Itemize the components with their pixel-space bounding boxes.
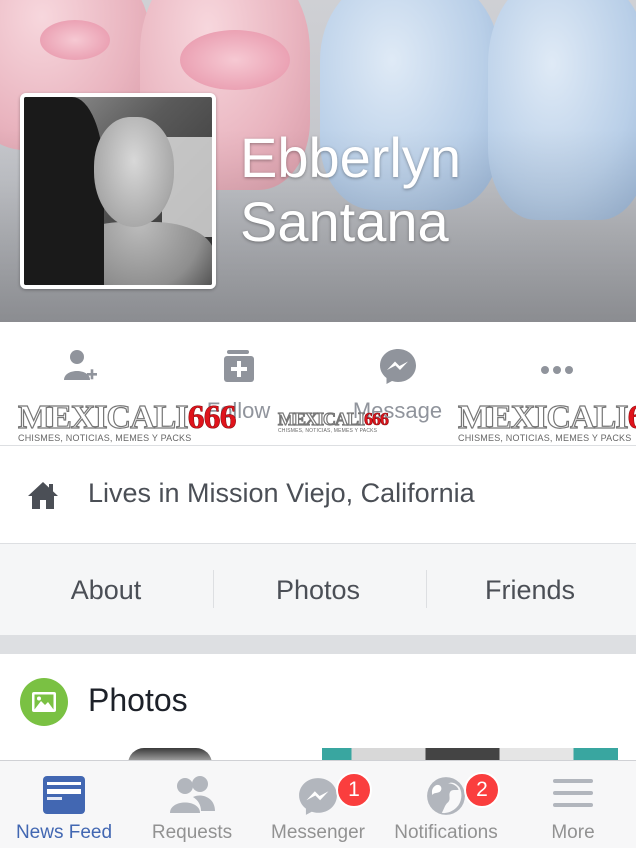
follow-label: Follow [206, 398, 271, 423]
tab-label: Notifications [394, 822, 498, 843]
more-icon [540, 366, 573, 374]
add-friend-icon [63, 350, 97, 380]
messenger-icon [379, 349, 416, 384]
tab-label: Messenger [271, 822, 365, 843]
add-friend-button[interactable] [0, 346, 159, 446]
tab-label: More [551, 822, 595, 843]
profile-actions: Follow Message [0, 322, 636, 446]
tab-label: Requests [151, 822, 233, 843]
profile-tabs: About Photos Friends [0, 544, 636, 636]
hamburger-menu-icon [553, 779, 593, 807]
globe-icon [427, 777, 465, 815]
profile-picture[interactable] [20, 93, 216, 289]
photos-section: Photos [0, 654, 636, 764]
messenger-badge: 1 [336, 772, 372, 808]
tab-requests[interactable]: Requests [128, 761, 256, 848]
more-options-button[interactable] [477, 346, 636, 446]
profile-picture-detail [94, 117, 174, 227]
tab-photos[interactable]: Photos [212, 544, 424, 636]
photos-section-title[interactable]: Photos [88, 682, 188, 719]
tab-label: News Feed [15, 822, 113, 843]
photos-icon [20, 678, 68, 726]
tab-messenger[interactable]: 1 Messenger [254, 761, 382, 848]
message-button[interactable]: Message [318, 346, 477, 446]
intro-lives-in[interactable]: Lives in Mission Viejo, California [0, 446, 636, 544]
message-label: Message [352, 398, 443, 423]
bottom-tab-bar: News Feed Requests 1 Messenger 2 Notific… [0, 760, 636, 848]
messenger-icon [299, 778, 337, 815]
follow-button[interactable]: Follow [159, 346, 318, 446]
notifications-badge: 2 [464, 772, 500, 808]
tab-more[interactable]: More [510, 761, 636, 848]
home-icon [28, 482, 58, 509]
profile-picture-detail [24, 97, 104, 285]
profile-name: Ebberlyn Santana [240, 126, 462, 253]
news-feed-icon [43, 776, 85, 814]
lives-in-text: Lives in Mission Viejo, California [88, 478, 475, 508]
tab-notifications[interactable]: 2 Notifications [382, 761, 510, 848]
tab-friends[interactable]: Friends [424, 544, 636, 636]
section-divider [0, 636, 636, 654]
tab-about[interactable]: About [0, 544, 212, 636]
follow-icon [223, 350, 254, 382]
friend-requests-icon [170, 776, 215, 813]
tab-news-feed[interactable]: News Feed [0, 761, 128, 848]
